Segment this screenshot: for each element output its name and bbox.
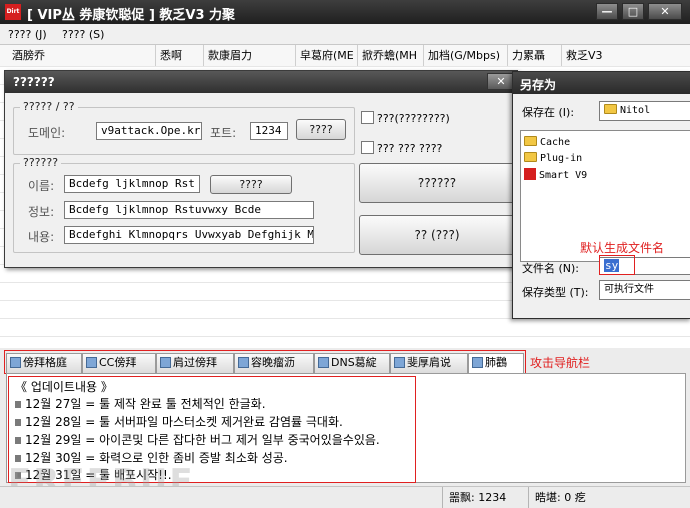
folder-icon [524, 136, 537, 146]
generate-button[interactable]: ?????? [359, 163, 515, 203]
filename-highlight-box [599, 255, 635, 275]
menu-item-2[interactable]: ???? (S) [62, 28, 104, 41]
info-input[interactable]: Bcdefg ljklmnop Rstuvwxy Bcde [64, 201, 314, 219]
file-entry-label: Cache [540, 137, 571, 148]
server-group-label: ????? / ?? [20, 100, 78, 113]
column-header-6[interactable]: 加档(G/Mbps) [424, 45, 508, 66]
status-port: 噐飘: 1234 [442, 487, 528, 508]
default-filename-annotation: 默认生成文件名 [580, 241, 665, 255]
server-apply-button[interactable]: ???? [296, 119, 346, 140]
file-entry-plugin[interactable]: Plug-in [524, 152, 582, 164]
column-header: 酒膀乔 悉啊 款康眉力 皁葛府(ME 掀乔蟾(MH 加档(G/Mbps) 力累聶… [0, 45, 690, 67]
tabs-highlight-box [4, 350, 526, 374]
status-online: 晧堪: 0 疙 [528, 487, 690, 508]
status-port-value: 1234 [478, 491, 507, 504]
menu-bar: ???? (J) ???? (S) [0, 24, 690, 45]
column-header-5[interactable]: 掀乔蟾(MH [358, 45, 424, 66]
name-button[interactable]: ???? [210, 175, 292, 194]
file-entry-smart-v9[interactable]: Smart V9 [524, 168, 587, 181]
title-bar: Dirt [ VIP丛 券康钦聪促 ] 教乏V3 力聚 — □ ✕ [0, 0, 690, 24]
save-in-select[interactable]: Nitol [599, 101, 690, 121]
option-checkbox-1[interactable]: ???(????????) [361, 111, 450, 125]
status-bar: 噐飘: 1234 晧堪: 0 疙 [0, 486, 690, 508]
column-header-2[interactable]: 悉啊 [156, 45, 204, 66]
option-checkbox-2-label: ??? ??? ???? [377, 142, 443, 155]
column-header-4[interactable]: 皁葛府(ME [296, 45, 358, 66]
builder-dialog-titlebar: ?????? ✕ [5, 71, 517, 93]
save-in-label: 保存在 (I): [522, 106, 575, 119]
save-as-titlebar: 另存为 [513, 72, 690, 94]
minimize-button[interactable]: — [596, 3, 618, 20]
attack-nav-annotation: 攻击导航栏 [530, 356, 591, 370]
info-group-label: ?????? [20, 156, 62, 169]
column-header-1[interactable]: 酒膀乔 [8, 45, 156, 66]
save-as-title: 另存为 [520, 78, 557, 92]
column-header-7[interactable]: 力累聶 [508, 45, 562, 66]
content-input[interactable]: Bcdefghi Klmnopqrs Uvwxyab Defghijk Mno [64, 226, 314, 244]
folder-icon [604, 104, 617, 114]
file-entry-label: Plug-in [540, 153, 583, 164]
folder-icon [524, 152, 537, 162]
main-window: Dirt [ VIP丛 券康钦聪促 ] 教乏V3 力聚 — □ ✕ ???? (… [0, 0, 690, 508]
save-in-value: Nitol [620, 105, 651, 116]
builder-dialog-title: ?????? [13, 75, 55, 89]
filename-label: 文件名 (N): [522, 262, 580, 275]
close-button[interactable]: ✕ [648, 3, 682, 20]
info-group: ?????? 이름: Bcdefg ljklmnop Rst ???? 정보: … [13, 156, 355, 253]
port-label: 포트: [210, 126, 237, 140]
status-port-label: 噐飘: [449, 491, 475, 504]
maximize-button[interactable]: □ [622, 3, 644, 20]
app-file-icon [524, 168, 536, 180]
name-label: 이름: [28, 179, 55, 193]
server-group: ????? / ?? 도메인: v9attack.Ope.kr 포트: 1234… [13, 100, 355, 155]
column-header-3[interactable]: 款康眉力 [204, 45, 296, 66]
checkbox-icon [361, 111, 374, 124]
file-entry-label: Smart V9 [539, 170, 588, 181]
builder-dialog: ?????? ✕ ????? / ?? 도메인: v9attack.Ope.kr… [4, 70, 518, 268]
content-label: 내용: [28, 230, 55, 244]
name-input[interactable]: Bcdefg ljklmnop Rst [64, 175, 200, 193]
status-online-label: 晧堪: [535, 491, 561, 504]
info-label: 정보: [28, 205, 55, 219]
app-icon: Dirt [5, 4, 21, 20]
checkbox-icon [361, 141, 374, 154]
filetype-select[interactable]: 可执行文件 [599, 280, 690, 300]
port-input[interactable]: 1234 [250, 122, 288, 140]
menu-item-1[interactable]: ???? (J) [8, 28, 47, 41]
window-title: [ VIP丛 券康钦聪促 ] 教乏V3 力聚 [27, 8, 236, 23]
option-checkbox-2[interactable]: ??? ??? ???? [361, 141, 442, 155]
secondary-button[interactable]: ?? (???) [359, 215, 515, 255]
option-checkbox-1-label: ???(????????) [377, 112, 450, 125]
status-online-value: 0 疙 [564, 491, 586, 504]
filetype-label: 保存类型 (T): [522, 286, 589, 299]
file-entry-cache[interactable]: Cache [524, 136, 570, 148]
save-as-dialog: 另存为 保存在 (I): Nitol Cache Plug-in Smart V… [512, 71, 690, 319]
domain-input[interactable]: v9attack.Ope.kr [96, 122, 202, 140]
domain-label: 도메인: [28, 126, 66, 140]
column-header-8[interactable]: 救乏V3 [562, 45, 690, 66]
builder-dialog-close-button[interactable]: ✕ [487, 73, 515, 90]
